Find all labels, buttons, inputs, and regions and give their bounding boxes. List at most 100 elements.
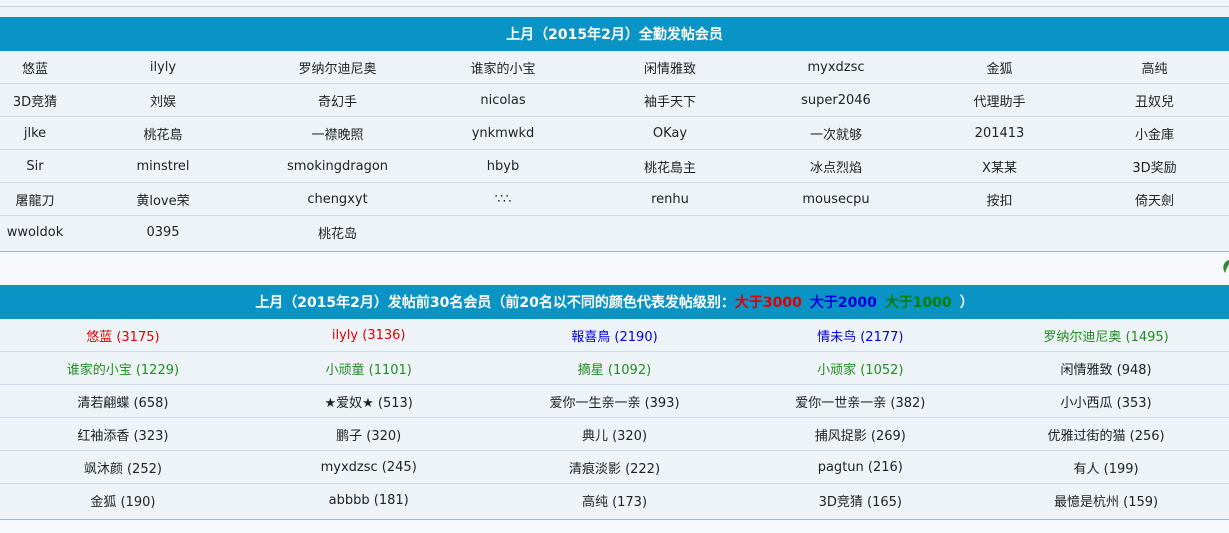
top30-row: 悠蓝 (3175) ilyly (3136) 報喜鳥 (2190) 情未鸟 (2177…: [0, 319, 1229, 352]
top-member-link[interactable]: 有人 (199): [983, 458, 1229, 477]
full-attendance-panel: 上月（2015年2月）全勤发帖会员 悠蓝 ilyly 罗纳尔迪尼奥 谁家的小宝 闲情雅致…: [0, 17, 1229, 252]
member-link[interactable]: 0395: [70, 225, 256, 240]
top-member-link[interactable]: 小顽童 (1101): [246, 359, 492, 378]
member-link[interactable]: myxdzsc: [753, 60, 919, 75]
top-member-link[interactable]: pagtun (216): [737, 460, 983, 475]
attendance-row: wwoldok 0395 桃花岛: [0, 216, 1229, 248]
top-member-link[interactable]: ilyly (3136): [246, 328, 492, 343]
member-link[interactable]: 屠龍刀: [0, 190, 70, 209]
member-link[interactable]: nicolas: [419, 93, 587, 108]
top-member-link[interactable]: 红袖添香 (323): [0, 425, 246, 444]
top-member-link[interactable]: 金狐 (190): [0, 491, 246, 510]
member-link[interactable]: 刘娱: [70, 91, 256, 110]
top30-row: 谁家的小宝 (1229) 小顽童 (1101) 摘星 (1092) 小顽家 (1052…: [0, 352, 1229, 385]
top-member-link[interactable]: 悠蓝 (3175): [0, 326, 246, 345]
top30-panel: 上月（2015年2月）发帖前30名会员（前20名以不同的颜色代表发帖级别： 大于…: [0, 285, 1229, 520]
member-link[interactable]: 冰点烈焰: [753, 157, 919, 176]
member-link[interactable]: 袖手天下: [587, 91, 753, 110]
top30-row: 清若翩蝶 (658) ★爱奴★ (513) 爱你一生亲一亲 (393) 爱你一世亲一亲…: [0, 385, 1229, 418]
bottom-strip: [0, 520, 1229, 533]
top30-legend: 大于3000 大于2000 大于1000: [735, 292, 960, 312]
top30-title-prefix: 上月（2015年2月）发帖前30名会员（前20名以不同的颜色代表发帖级别：: [255, 295, 735, 311]
member-link[interactable]: OKay: [587, 126, 753, 141]
top30-row: 金狐 (190) abbbb (181) 高纯 (173) 3D竞猜 (165) 最憶是…: [0, 484, 1229, 516]
top-member-link[interactable]: 捕风捉影 (269): [737, 425, 983, 444]
member-link[interactable]: 悠蓝: [0, 58, 70, 77]
member-link[interactable]: 代理助手: [919, 91, 1080, 110]
member-link[interactable]: ynkmwkd: [419, 126, 587, 141]
member-link[interactable]: 一次就够: [753, 124, 919, 143]
top-member-link[interactable]: 优雅过街的猫 (256): [983, 425, 1229, 444]
top-member-link[interactable]: 清若翩蝶 (658): [0, 392, 246, 411]
full-attendance-table: 悠蓝 ilyly 罗纳尔迪尼奥 谁家的小宝 闲情雅致 myxdzsc 金狐 高纯 3D竞猜 刘娱奇…: [0, 51, 1229, 248]
member-link[interactable]: 3D竞猜: [0, 91, 70, 110]
top-member-link[interactable]: abbbb (181): [246, 493, 492, 508]
member-link[interactable]: 桃花岛: [256, 223, 419, 242]
top-member-link[interactable]: 鹏子 (320): [246, 425, 492, 444]
top-member-link[interactable]: 爱你一生亲一亲 (393): [492, 392, 738, 411]
top-member-link[interactable]: 罗纳尔迪尼奥 (1495): [983, 326, 1229, 345]
member-link[interactable]: 桃花島主: [587, 157, 753, 176]
leaf-icon: [1223, 260, 1229, 273]
top-member-link[interactable]: ★爱奴★ (513): [246, 392, 492, 411]
member-link[interactable]: 一襟晚照: [256, 124, 419, 143]
member-link[interactable]: 奇幻手: [256, 91, 419, 110]
member-link[interactable]: 闲情雅致: [587, 58, 753, 77]
member-link[interactable]: 小金庫: [1080, 124, 1229, 143]
top-member-link[interactable]: 報喜鳥 (2190): [492, 326, 738, 345]
attendance-row: 屠龍刀 黄love荣 chengxyt ∵∴ renhu mousecpu 按扣 倚天劍: [0, 183, 1229, 216]
member-link[interactable]: 黄love荣: [70, 190, 256, 209]
top30-row: 飒沐颜 (252) myxdzsc (245) 清痕淡影 (222) pagtun (…: [0, 451, 1229, 484]
member-link[interactable]: chengxyt: [256, 192, 419, 207]
member-link[interactable]: mousecpu: [753, 192, 919, 207]
top-member-link[interactable]: 3D竞猜 (165): [737, 491, 983, 510]
top-member-link[interactable]: 谁家的小宝 (1229): [0, 359, 246, 378]
attendance-row: Sir minstrel smokingdragon hbyb 桃花島主 冰点烈焰 X某某 3…: [0, 150, 1229, 183]
member-link[interactable]: 按扣: [919, 190, 1080, 209]
member-link[interactable]: 金狐: [919, 58, 1080, 77]
top-member-link[interactable]: 最憶是杭州 (159): [983, 491, 1229, 510]
member-link[interactable]: renhu: [587, 192, 753, 207]
member-link[interactable]: hbyb: [419, 159, 587, 174]
top30-row: 红袖添香 (323) 鹏子 (320) 典儿 (320) 捕风捉影 (269) 优雅过街…: [0, 418, 1229, 451]
top-member-link[interactable]: 小顽家 (1052): [737, 359, 983, 378]
member-link[interactable]: 201413: [919, 126, 1080, 141]
member-link[interactable]: jlke: [0, 126, 70, 141]
member-link[interactable]: Sir: [0, 159, 70, 174]
member-link[interactable]: 罗纳尔迪尼奥: [256, 58, 419, 77]
member-link[interactable]: 倚天劍: [1080, 190, 1229, 209]
member-link[interactable]: minstrel: [70, 159, 256, 174]
top-member-link[interactable]: 情未鸟 (2177): [737, 326, 983, 345]
top-member-link[interactable]: 爱你一世亲一亲 (382): [737, 392, 983, 411]
attendance-row: 悠蓝 ilyly 罗纳尔迪尼奥 谁家的小宝 闲情雅致 myxdzsc 金狐 高纯: [0, 51, 1229, 84]
top30-title: 上月（2015年2月）发帖前30名会员（前20名以不同的颜色代表发帖级别： 大于…: [0, 285, 1229, 319]
member-link[interactable]: 3D奖励: [1080, 157, 1229, 176]
full-attendance-title: 上月（2015年2月）全勤发帖会员: [0, 17, 1229, 51]
top-member-link[interactable]: 摘星 (1092): [492, 359, 738, 378]
member-link[interactable]: 高纯: [1080, 58, 1229, 77]
top-member-link[interactable]: 高纯 (173): [492, 491, 738, 510]
attendance-row: jlke 桃花島 一襟晚照 ynkmwkd OKay 一次就够 201413 小金庫: [0, 117, 1229, 150]
legend-item: 大于2000: [809, 295, 877, 311]
legend-item: 大于1000: [884, 295, 952, 311]
top-strip: [0, 0, 1229, 7]
member-link[interactable]: 丑奴兒: [1080, 91, 1229, 110]
member-link[interactable]: X某某: [919, 157, 1080, 176]
top-member-link[interactable]: 小小西瓜 (353): [983, 392, 1229, 411]
legend-item: 大于3000: [734, 295, 802, 311]
member-link[interactable]: super2046: [753, 93, 919, 108]
top-member-link[interactable]: 闲情雅致 (948): [983, 359, 1229, 378]
member-link[interactable]: ∵∴: [419, 192, 587, 207]
member-link[interactable]: wwoldok: [0, 225, 70, 240]
member-link[interactable]: 谁家的小宝: [419, 58, 587, 77]
section-separator: [0, 252, 1229, 284]
top-member-link[interactable]: 飒沐颜 (252): [0, 458, 246, 477]
top-member-link[interactable]: 典儿 (320): [492, 425, 738, 444]
member-link[interactable]: 桃花島: [70, 124, 256, 143]
top-member-link[interactable]: myxdzsc (245): [246, 460, 492, 475]
top-member-link[interactable]: 清痕淡影 (222): [492, 458, 738, 477]
member-link[interactable]: ilyly: [70, 60, 256, 75]
top30-table: 悠蓝 (3175) ilyly (3136) 報喜鳥 (2190) 情未鸟 (2177…: [0, 319, 1229, 516]
member-link[interactable]: smokingdragon: [256, 159, 419, 174]
attendance-row: 3D竞猜 刘娱 奇幻手 nicolas 袖手天下 super2046 代理助手 丑奴兒: [0, 84, 1229, 117]
